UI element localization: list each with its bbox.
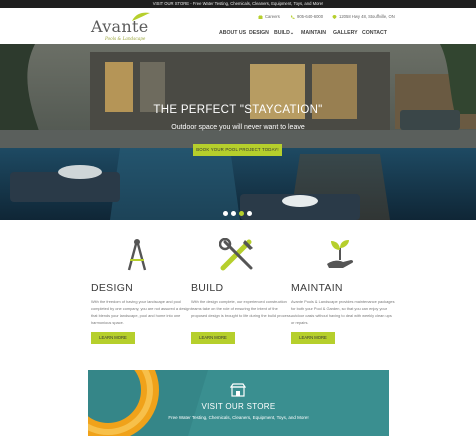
feature-text: With the freedom of having your landscap… xyxy=(91,299,191,325)
nav-item-about-us[interactable]: ABOUT US xyxy=(219,30,249,36)
learn-more-button[interactable]: LEARN MORE xyxy=(91,332,135,344)
nav-item-gallery[interactable]: GALLERY xyxy=(333,30,362,36)
main-nav: ABOUT US DESIGN BUILD ⌄ MAINTAIN GALLERY… xyxy=(219,30,388,36)
top-announcement-bar[interactable]: VISIT OUR STORE - Free Water Testing, Ch… xyxy=(0,0,476,8)
careers-icon xyxy=(258,14,263,19)
store-title: VISIT OUR STORE xyxy=(201,402,276,411)
feature-title: BUILD xyxy=(191,282,224,294)
plant-hand-icon xyxy=(327,240,354,268)
brand-name: Avante xyxy=(91,17,149,36)
phone-link[interactable]: 905-640-6000 xyxy=(290,14,323,19)
nav-item-maintain[interactable]: MAINTAIN xyxy=(301,30,333,36)
tools-icon xyxy=(219,238,253,271)
hero-subtitle: Outdoor space you will never want to lea… xyxy=(171,124,305,131)
brand-logo[interactable]: Avante Pools & Landscape xyxy=(91,12,151,42)
slider-dot-active[interactable] xyxy=(239,211,244,216)
learn-more-button[interactable]: LEARN MORE xyxy=(191,332,235,344)
address-link[interactable]: 12058 Hwy 48, Stouffville, ON xyxy=(332,14,395,19)
nav-item-contact[interactable]: CONTACT xyxy=(362,30,388,36)
slider-dot[interactable] xyxy=(223,211,228,216)
slider-pagination xyxy=(223,211,252,216)
address-text: 12058 Hwy 48, Stouffville, ON xyxy=(339,14,395,19)
phone-icon xyxy=(290,15,295,19)
learn-more-button[interactable]: LEARN MORE xyxy=(291,332,335,344)
store-text: Free Water Testing, Chemicals, Cleaners,… xyxy=(168,415,309,420)
feature-title: DESIGN xyxy=(91,282,134,294)
hero-slider[interactable]: THE PERFECT "STAYCATION" Outdoor space y… xyxy=(0,44,476,220)
phone-number: 905-640-6000 xyxy=(297,14,324,19)
feature-text: With the design complete, our experience… xyxy=(191,299,292,318)
brand-tagline: Pools & Landscape xyxy=(105,36,146,41)
feature-text: Avante Pools & Landscape provides mainte… xyxy=(291,299,395,325)
hero-title: THE PERFECT "STAYCATION" xyxy=(153,104,323,116)
slider-dot[interactable] xyxy=(247,211,252,216)
hero-background-image xyxy=(0,44,476,220)
careers-label: Careers xyxy=(265,14,280,19)
nav-item-design[interactable]: DESIGN xyxy=(249,30,274,36)
store-icon xyxy=(230,383,246,397)
nav-item-build-label: BUILD xyxy=(274,30,290,36)
careers-link[interactable]: Careers xyxy=(258,14,280,19)
site-header: Avante Pools & Landscape Careers 905-640… xyxy=(0,9,476,44)
compass-icon xyxy=(127,239,147,271)
visit-store-banner[interactable]: VISIT OUR STORE Free Water Testing, Chem… xyxy=(88,370,389,436)
book-pool-project-button[interactable]: BOOK YOUR POOL PROJECT TODAY! xyxy=(193,144,282,156)
slider-dot[interactable] xyxy=(231,211,236,216)
chevron-down-icon: ⌄ xyxy=(289,30,295,36)
map-pin-icon xyxy=(332,14,337,19)
top-announcement-text[interactable]: VISIT OUR STORE - Free Water Testing, Ch… xyxy=(153,1,324,6)
feature-title: MAINTAIN xyxy=(291,282,343,294)
nav-item-build[interactable]: BUILD ⌄ xyxy=(274,30,301,36)
